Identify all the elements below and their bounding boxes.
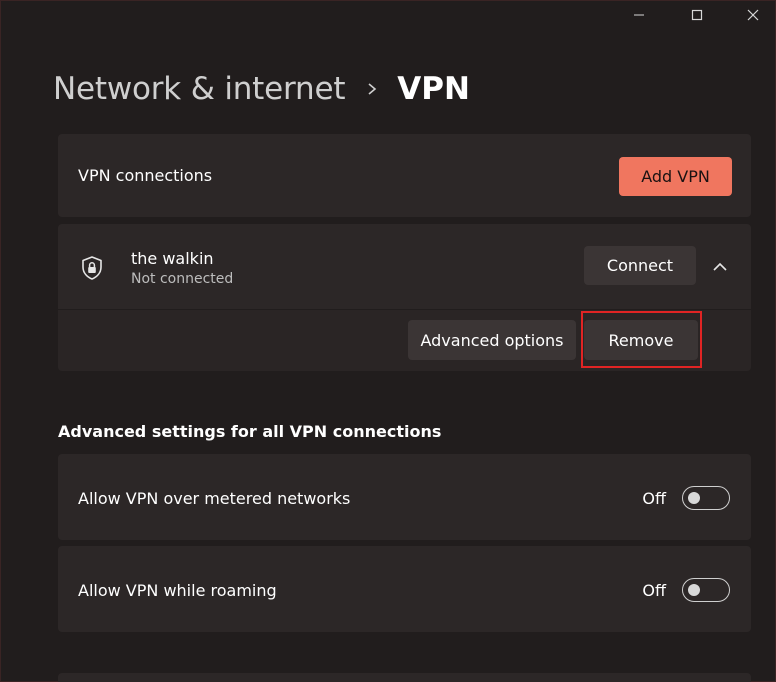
setting-row-roaming: Allow VPN while roaming Off [58,546,751,632]
maximize-icon [691,9,703,21]
setting-label-metered: Allow VPN over metered networks [78,489,351,508]
connection-status: Not connected [131,271,234,287]
toggle-knob [688,492,700,504]
breadcrumb: Network & internet VPN [53,67,470,111]
advanced-settings-heading: Advanced settings for all VPN connection… [58,422,442,441]
toggle-knob [688,584,700,596]
toggle-metered[interactable] [682,486,730,510]
minimize-button[interactable] [613,1,665,29]
connect-button[interactable]: Connect [584,246,696,285]
setting-row-metered: Allow VPN over metered networks Off [58,454,751,540]
chevron-right-icon [367,82,377,96]
setting-label-roaming: Allow VPN while roaming [78,581,277,600]
toggle-roaming[interactable] [682,578,730,602]
vpn-connections-label: VPN connections [78,166,213,185]
shield-icon [80,255,104,285]
vpn-connection-item[interactable]: the walkin Not connected Connect [58,224,751,309]
minimize-icon [634,14,644,16]
settings-window: Network & internet VPN VPN connections A… [0,0,776,682]
setting-row-partial [58,673,751,682]
toggle-state-metered: Off [642,489,666,508]
remove-highlight-box [581,311,702,368]
breadcrumb-parent-link[interactable]: Network & internet [53,71,345,107]
close-button[interactable] [727,1,776,29]
toggle-state-roaming: Off [642,581,666,600]
chevron-up-icon[interactable] [712,258,728,277]
connection-name: the walkin [131,249,214,268]
maximize-button[interactable] [671,1,723,29]
page-title: VPN [397,71,470,107]
advanced-options-button[interactable]: Advanced options [408,320,576,360]
vpn-connections-card: VPN connections Add VPN [58,134,751,217]
close-icon [747,9,759,21]
add-vpn-button[interactable]: Add VPN [619,157,732,196]
